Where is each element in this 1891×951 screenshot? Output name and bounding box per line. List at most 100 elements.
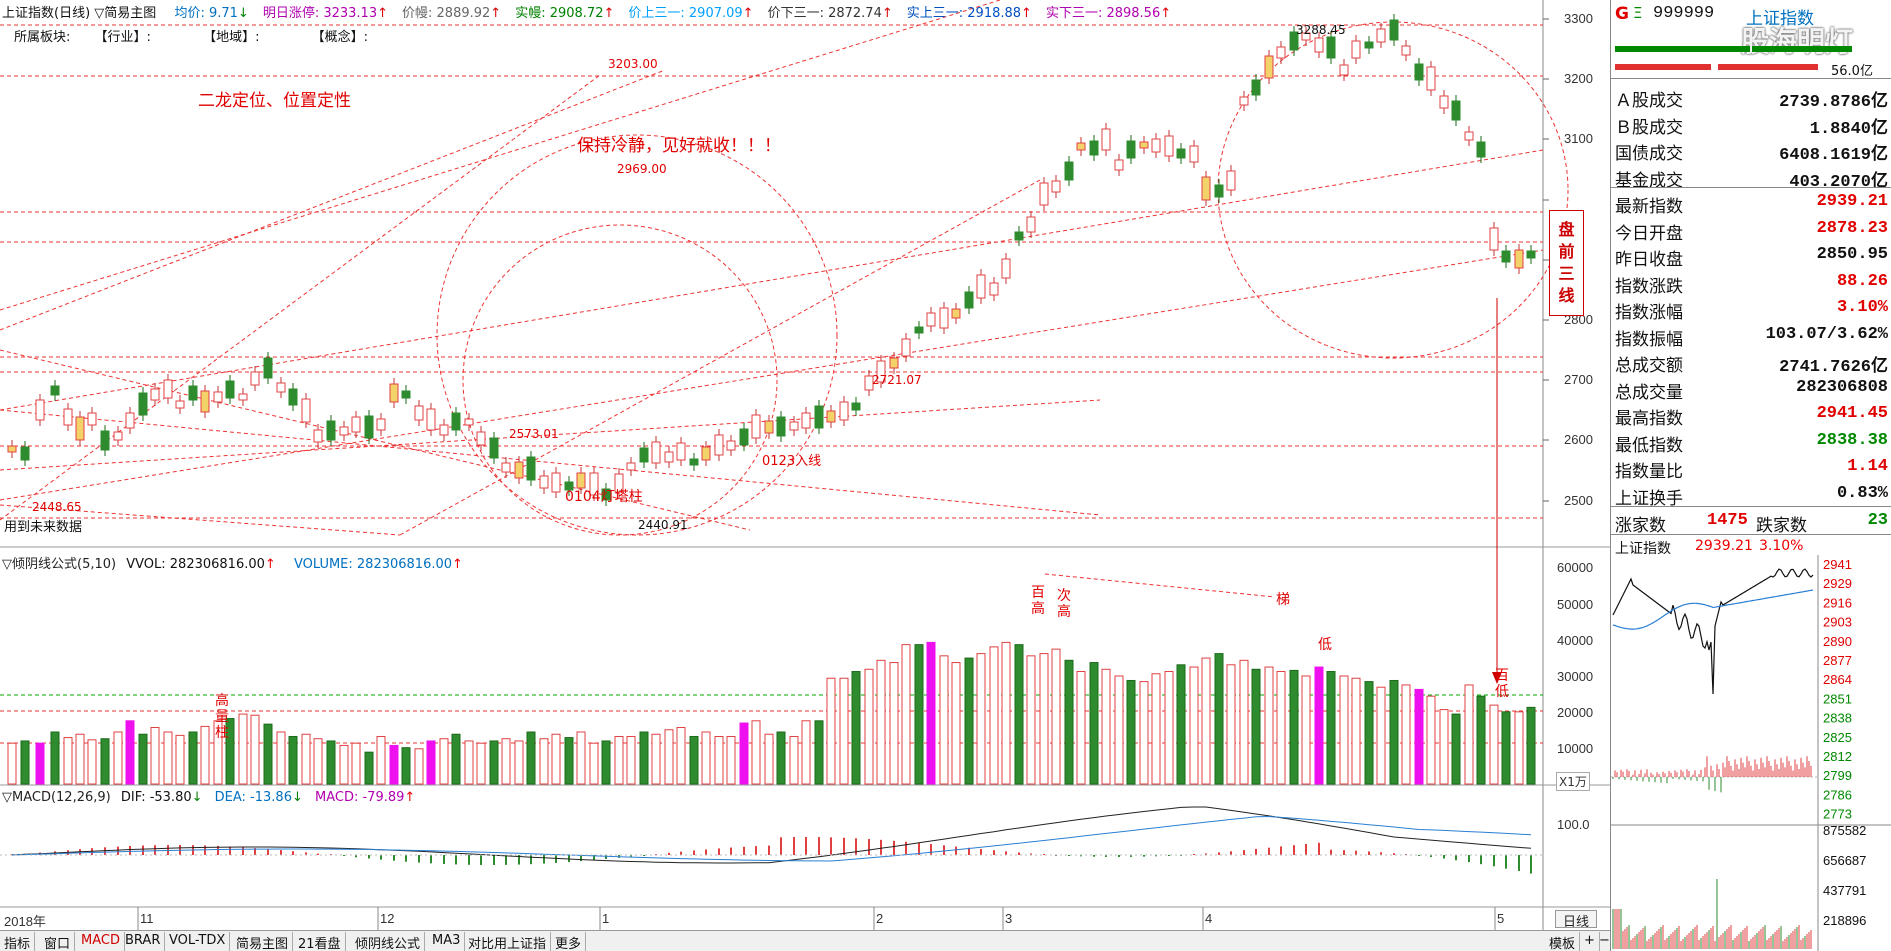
sector-label: 所属板块: (14, 30, 71, 45)
quote-row: 上证换手 0.83% (1611, 481, 1891, 509)
x-axis-month: 3 (1005, 911, 1013, 926)
volume-bar (276, 731, 286, 785)
divider (1611, 187, 1891, 188)
quote-row-value: 2741.7626亿 (1779, 358, 1888, 377)
chart-title[interactable]: 上证指数(日线) (2, 6, 90, 21)
candle-body (1351, 40, 1361, 59)
candle-body (401, 390, 411, 399)
volume-bar (1189, 666, 1199, 785)
indicator-tab[interactable]: 简易主图 (232, 932, 294, 951)
trend-line (0, 149, 1544, 411)
macd-panel-header: ▽MACD(12,26,9) DIF: -53.80↓ DEA: -13.86↓… (2, 790, 416, 805)
industry-link[interactable]: 【行业】: (95, 30, 151, 45)
volume-bar (739, 722, 749, 785)
candle-body (1201, 176, 1211, 201)
region-link[interactable]: 【地域】: (203, 30, 259, 45)
volume-bar (389, 744, 399, 785)
candle-body (451, 412, 461, 431)
candle-body (1176, 148, 1186, 159)
chart-header: 上证指数(日线) ▽简易主图 均价: 9.71↓ 明日涨停: 3233.13↑ 价幔… (2, 2, 1171, 21)
dropdown-triangle-icon[interactable]: ▽ (94, 6, 104, 21)
candle-body (200, 390, 210, 413)
candle-body (751, 414, 761, 439)
indicator-tab[interactable]: MA3 (428, 932, 466, 951)
candle-body (776, 416, 786, 437)
price-axis-label: 2600 (1564, 432, 1593, 447)
quote-row-label: 指数量比 (1615, 462, 1683, 482)
annotation-second-high: 次高 (1057, 588, 1071, 620)
volume-bar (1514, 711, 1524, 785)
quote-row-label: 指数振幅 (1615, 329, 1683, 350)
indicator-name[interactable]: 简易主图 (104, 6, 156, 21)
divider (1611, 506, 1891, 507)
mini-vol-axis-label: 218896 (1823, 913, 1866, 928)
period-button[interactable]: 日线 (1555, 910, 1597, 930)
future-data-note: 用到未来数据 (4, 520, 83, 535)
candle-body (1451, 100, 1461, 121)
mini-pct: 3.10% (1759, 538, 1804, 554)
annotation-3288: 3288.45 (1296, 23, 1346, 37)
candle-body (125, 412, 135, 429)
vvol-value: VVOL: 282306816.00 (126, 557, 265, 572)
candle-body (1501, 250, 1511, 263)
indicator-tab[interactable]: 倾阴线公式 (351, 932, 426, 951)
annotation-2969: 2969.00 (617, 162, 667, 176)
volume-bar (864, 668, 874, 785)
volume-indicator-name[interactable]: 倾阴线公式(5,10) (12, 557, 116, 572)
candle-body (676, 442, 686, 461)
header-item-arrow: ↑ (377, 6, 389, 21)
volume-bar (1264, 666, 1274, 785)
concept-link[interactable]: 【概念】: (312, 30, 368, 45)
indicator-tab[interactable]: BRAR (121, 932, 166, 951)
indicator-tab[interactable]: 21看盘 (294, 932, 346, 951)
candle-body (150, 388, 160, 401)
mini-vol-axis-label: 656687 (1823, 853, 1866, 868)
dropdown-triangle-icon[interactable]: ▽ (2, 790, 12, 805)
candle-body (539, 475, 549, 489)
quote-row: 国债成交 6408.1619亿 (1611, 136, 1891, 165)
volume-bar (351, 742, 361, 785)
mini-axis-label: 2877 (1823, 653, 1852, 668)
volume-bar (1076, 671, 1086, 785)
intraday-mini-chart[interactable]: 2941 2929 2916 2903 2890 2877 2864 2851 2838 2825… (1611, 555, 1891, 951)
volume-bar (1001, 641, 1011, 785)
indicator-tab[interactable]: 更多 (551, 932, 587, 951)
mini-axis-label: 2825 (1823, 730, 1852, 745)
candle-body (50, 385, 60, 396)
candle-body (339, 426, 349, 436)
quote-row-label: 上证换手 (1615, 488, 1683, 509)
price-axis-label: 2500 (1564, 493, 1593, 508)
volume-bar (1339, 675, 1349, 785)
indicator-tab[interactable]: 窗口 (40, 932, 76, 951)
volume-bar (1039, 653, 1049, 785)
volume-bar (726, 735, 736, 785)
volume-bar (539, 738, 549, 785)
macd-axis-label: 100.0 (1557, 817, 1590, 832)
candle-body (1026, 216, 1036, 233)
volume-bar (664, 729, 674, 785)
indicator-tab[interactable]: VOL-TDX (165, 932, 231, 951)
indicator-tab[interactable]: 指标 (0, 932, 36, 951)
dropdown-triangle-icon[interactable]: ▽ (2, 557, 12, 572)
volume-bar (614, 735, 624, 785)
menu-icon[interactable]: Ξ (1633, 4, 1642, 22)
volume-bar (1276, 671, 1286, 785)
template-tab[interactable]: 模板 (1545, 932, 1581, 951)
volume-bar (7, 742, 17, 785)
macd-indicator-name[interactable]: MACD(12,26,9) (12, 790, 111, 805)
volume-bar (826, 677, 836, 785)
candle-body (276, 382, 286, 393)
volume-bar (188, 731, 198, 785)
volume-bar (989, 646, 999, 785)
candle-body (939, 307, 949, 329)
indicator-tab[interactable]: MACD (77, 932, 125, 951)
volume-bar (1526, 706, 1536, 785)
indicator-tab[interactable]: 对比用上证指 (464, 932, 552, 951)
volume-bar (939, 655, 949, 785)
candle-body (225, 380, 235, 399)
candle-body (1001, 258, 1011, 279)
volume-bar (125, 720, 135, 785)
macd-dif-value: DIF: -53.80 (120, 790, 192, 805)
candle-body (1139, 141, 1149, 149)
sell-bar (1615, 64, 1711, 70)
